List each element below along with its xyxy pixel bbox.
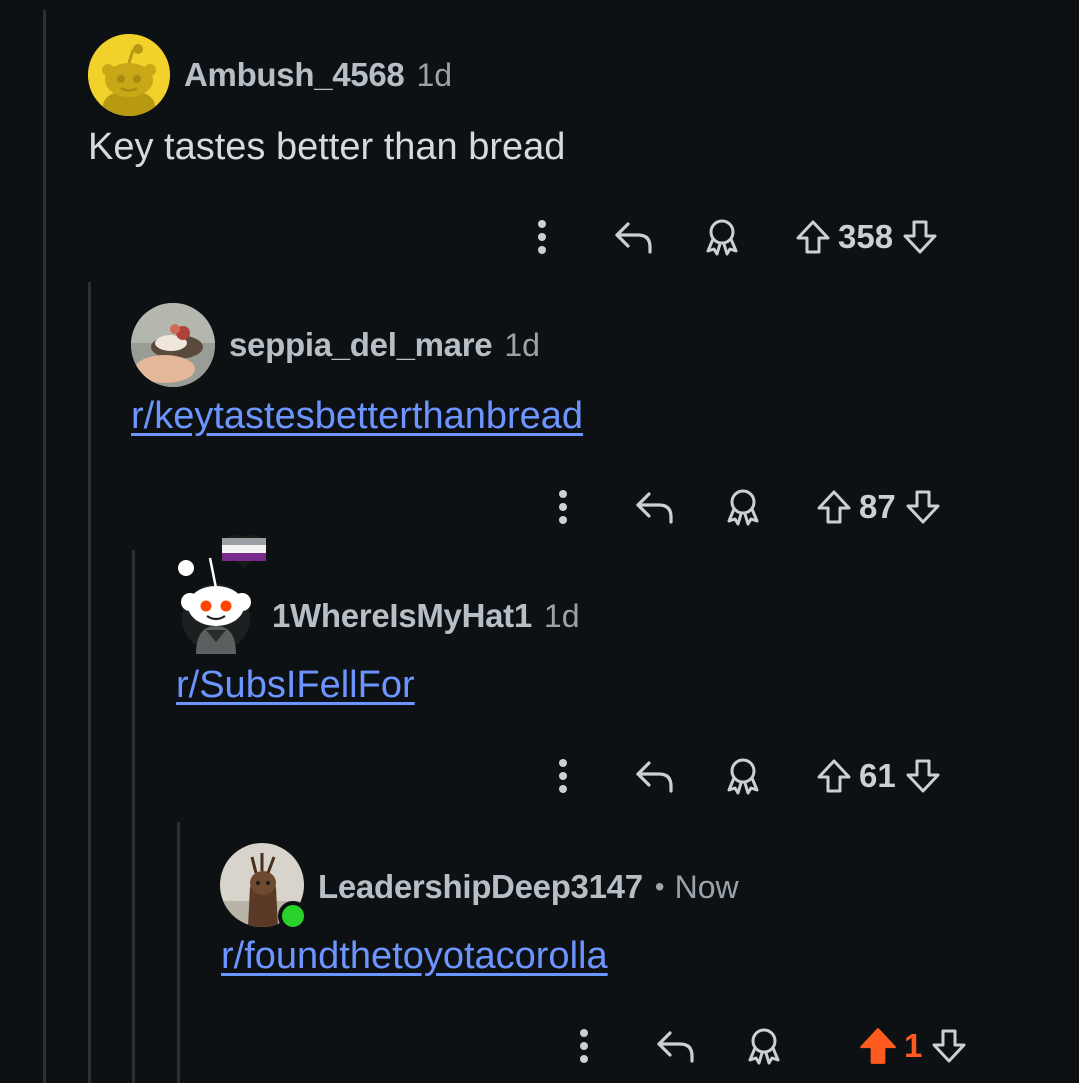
avatar[interactable] (88, 34, 170, 116)
award-icon (727, 489, 759, 526)
online-status-indicator (278, 901, 308, 931)
subreddit-link[interactable]: r/foundthetoyotacorolla (221, 935, 608, 978)
thread-line-level-3[interactable] (177, 822, 180, 1083)
downvote-arrow-icon (903, 220, 937, 254)
award-icon (706, 219, 738, 256)
more-vertical-icon (580, 1029, 588, 1063)
vote-score: 61 (859, 757, 896, 794)
comment-actions: 1 (562, 1021, 968, 1071)
more-vertical-icon (559, 759, 567, 793)
reply-button[interactable] (625, 758, 685, 794)
upvote-button[interactable] (858, 1026, 898, 1066)
subreddit-link[interactable]: r/SubsIFellFor (176, 664, 415, 707)
upvote-button[interactable] (794, 218, 832, 256)
comment-actions: 358 (520, 212, 939, 262)
reply-arrow-icon (657, 1031, 694, 1063)
reply-arrow-icon (636, 492, 673, 524)
upvote-arrow-icon (860, 1028, 896, 1064)
username[interactable]: Ambush_4568 (184, 56, 405, 94)
reply-arrow-icon (636, 761, 673, 793)
avatar[interactable] (131, 303, 215, 387)
downvote-button[interactable] (904, 757, 942, 795)
reply-arrow-icon (615, 222, 652, 254)
upvote-arrow-icon (817, 490, 851, 524)
username[interactable]: seppia_del_mare (229, 326, 493, 364)
award-icon (727, 758, 759, 795)
downvote-button[interactable] (904, 488, 942, 526)
comment-age: 1d (504, 326, 540, 363)
more-vertical-icon (538, 220, 546, 254)
username[interactable]: 1WhereIsMyHat1 (272, 597, 532, 635)
heart-flair-icon (222, 534, 266, 568)
downvote-arrow-icon (932, 1029, 966, 1063)
downvote-button[interactable] (901, 218, 939, 256)
award-button[interactable] (734, 1026, 794, 1066)
separator-dot: • (654, 871, 665, 902)
reply-button[interactable] (604, 219, 664, 255)
more-options-button[interactable] (520, 219, 564, 255)
award-icon (748, 1028, 780, 1065)
comment-header: 1WhereIsMyHat1 1d (176, 530, 580, 654)
reply-button[interactable] (625, 489, 685, 525)
avatar-wrapper (220, 843, 308, 931)
downvote-arrow-icon (906, 759, 940, 793)
award-button[interactable] (692, 217, 752, 257)
upvote-arrow-icon (796, 220, 830, 254)
vote-score: 87 (859, 488, 896, 525)
upvote-arrow-icon (817, 759, 851, 793)
comment-body: Key tastes better than bread (88, 126, 566, 168)
comment-actions: 61 (541, 751, 942, 801)
comment-header: Ambush_4568 1d (88, 34, 452, 116)
downvote-button[interactable] (930, 1027, 968, 1065)
reply-button[interactable] (646, 1028, 706, 1064)
more-options-button[interactable] (562, 1028, 606, 1064)
comment-actions: 87 (541, 482, 942, 532)
vote-score: 358 (838, 218, 894, 255)
upvote-button[interactable] (815, 757, 853, 795)
thread-line-level-0[interactable] (43, 10, 46, 1083)
more-vertical-icon (559, 490, 567, 524)
avatar[interactable] (176, 530, 272, 654)
thread-line-level-2[interactable] (132, 550, 135, 1083)
more-options-button[interactable] (541, 758, 585, 794)
upvote-button[interactable] (815, 488, 853, 526)
subreddit-link[interactable]: r/keytastesbetterthanbread (131, 395, 583, 438)
vote-score: 1 (904, 1027, 923, 1064)
comment-header: LeadershipDeep3147 • Now (220, 843, 739, 931)
award-button[interactable] (713, 756, 773, 796)
thread-line-level-1[interactable] (88, 282, 91, 1083)
comment-age: 1d (416, 56, 453, 93)
award-button[interactable] (713, 487, 773, 527)
downvote-arrow-icon (906, 490, 940, 524)
comment-age: Now (674, 868, 739, 905)
comment-header: seppia_del_mare 1d (131, 303, 540, 387)
comment-age: 1d (543, 597, 580, 634)
more-options-button[interactable] (541, 489, 585, 525)
username[interactable]: LeadershipDeep3147 (318, 868, 643, 906)
